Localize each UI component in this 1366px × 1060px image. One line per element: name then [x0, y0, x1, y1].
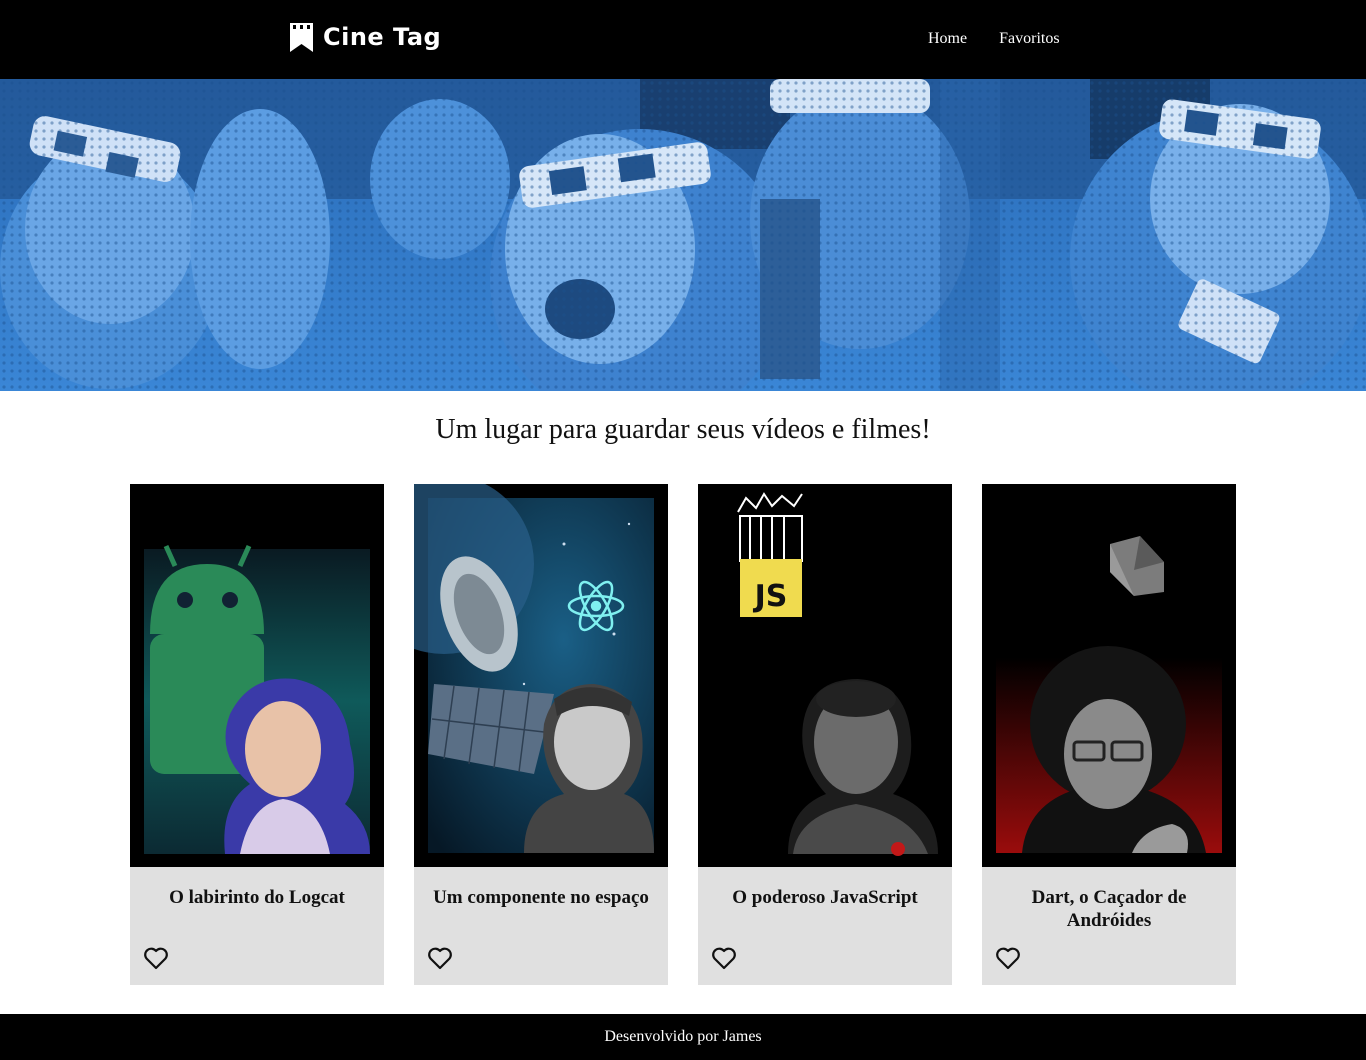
- thumbnail-image: JS: [698, 484, 952, 867]
- video-title: O poderoso JavaScript: [732, 887, 918, 908]
- footer-text: Desenvolvido por James: [604, 1028, 762, 1045]
- video-title: O labirinto do Logcat: [169, 887, 345, 908]
- header: Cine Tag Home Favoritos: [0, 0, 1366, 79]
- heart-icon[interactable]: [995, 946, 1021, 970]
- video-thumbnail[interactable]: [130, 484, 384, 867]
- thumbnail-image: [130, 484, 384, 867]
- footer: Desenvolvido por James: [0, 1014, 1366, 1060]
- video-title: Dart, o Caçador de Andróides: [1031, 887, 1187, 931]
- heart-icon[interactable]: [143, 946, 169, 970]
- video-thumbnail[interactable]: [982, 484, 1236, 867]
- hero-banner: [0, 79, 1366, 391]
- thumbnail-image: [414, 484, 668, 867]
- video-card[interactable]: Um componente no espaço: [414, 484, 668, 985]
- nav-favoritos-link[interactable]: Favoritos: [999, 30, 1059, 48]
- video-thumbnail[interactable]: JS: [698, 484, 952, 867]
- js-badge: JS: [753, 579, 788, 614]
- video-card[interactable]: JS O poderoso JavaScript: [698, 484, 952, 985]
- video-thumbnail[interactable]: [414, 484, 668, 867]
- video-title: Um componente no espaço: [433, 887, 649, 908]
- logo-text: Cine Tag: [323, 23, 442, 51]
- heart-icon[interactable]: [711, 946, 737, 970]
- logo[interactable]: Cine Tag: [290, 22, 441, 52]
- clapperboard-icon: [290, 22, 313, 52]
- banner-image: [0, 79, 1366, 391]
- page-title: Um lugar para guardar seus vídeos e film…: [435, 414, 931, 445]
- heart-icon[interactable]: [427, 946, 453, 970]
- thumbnail-image: [982, 484, 1236, 867]
- nav-home-link[interactable]: Home: [928, 30, 967, 48]
- video-card[interactable]: Dart, o Caçador de Andróides: [982, 484, 1236, 985]
- video-card[interactable]: O labirinto do Logcat: [130, 484, 384, 985]
- main-nav: Home Favoritos: [928, 30, 1060, 48]
